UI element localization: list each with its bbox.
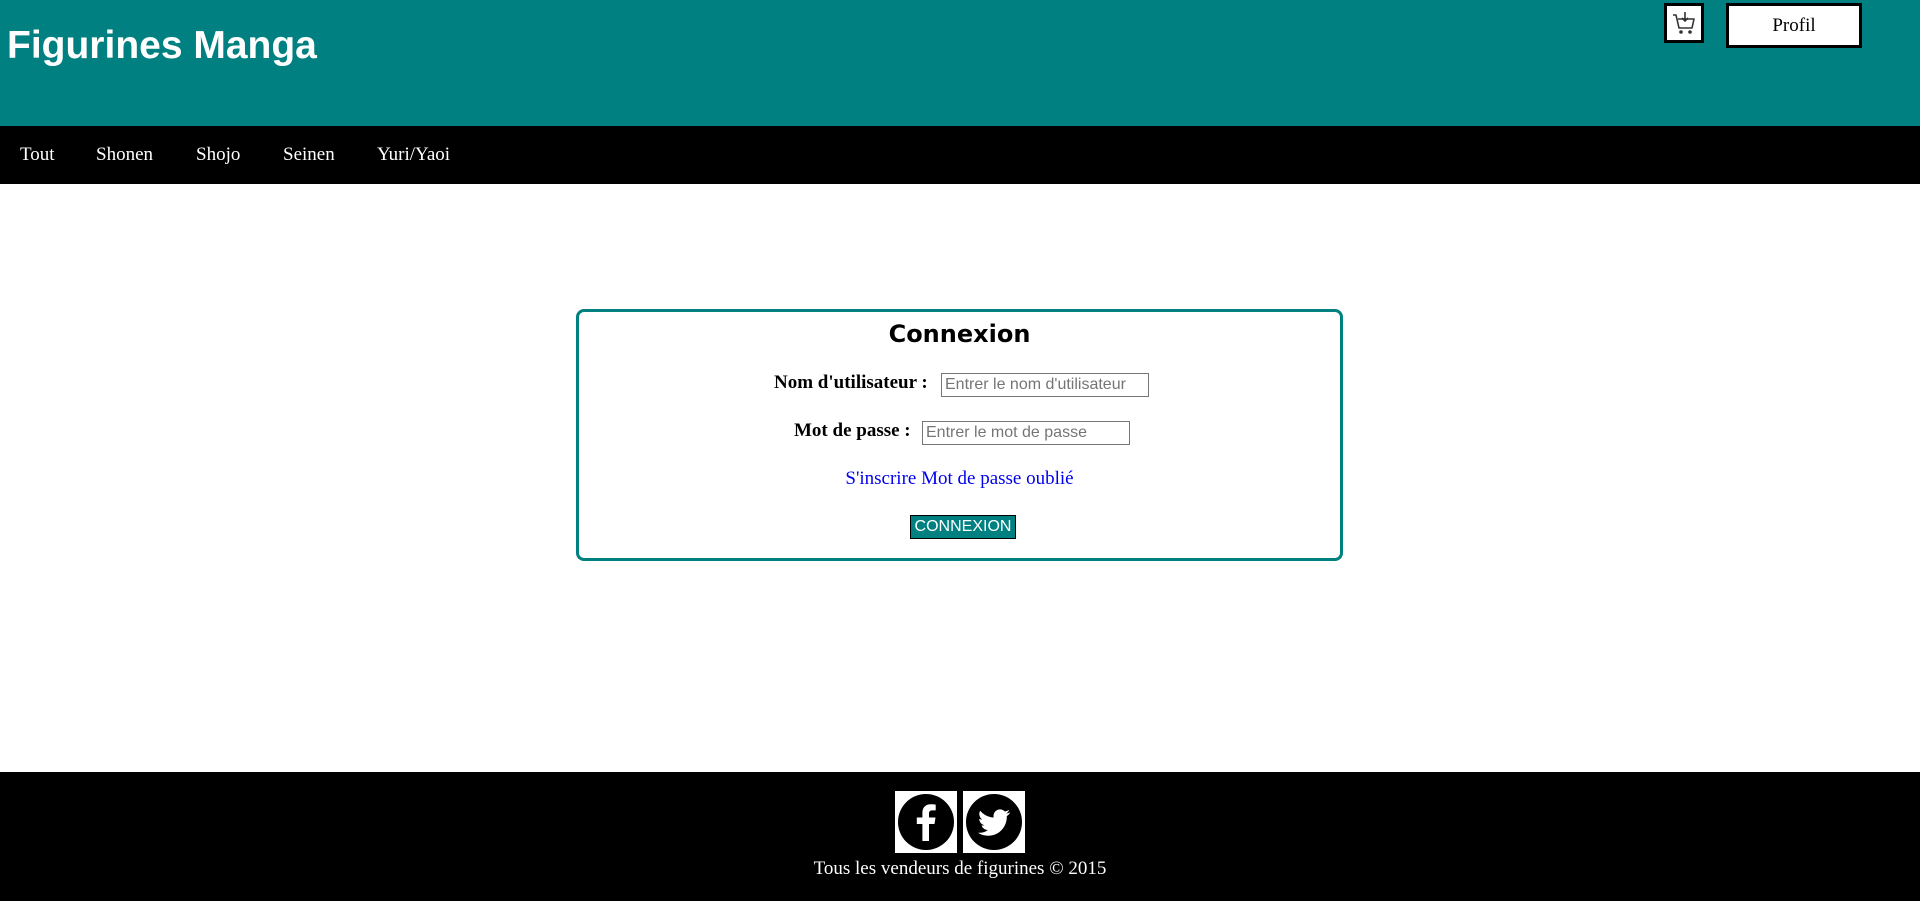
category-nav: Tout Shonen Shojo Seinen Yuri/Yaoi <box>0 126 1920 184</box>
signup-link[interactable]: S'inscrire <box>845 468 916 489</box>
copyright-text: Tous les vendeurs de figurines © 2015 <box>813 858 1107 879</box>
password-input[interactable] <box>922 421 1130 445</box>
site-title[interactable]: Figurines Manga <box>7 24 317 68</box>
twitter-icon <box>966 794 1022 850</box>
username-input[interactable] <box>941 373 1149 397</box>
site-header: Figurines Manga Profil <box>0 0 1920 126</box>
twitter-link[interactable] <box>963 791 1025 853</box>
login-title: Connexion <box>888 320 1031 348</box>
nav-item-shonen[interactable]: Shonen <box>96 126 153 184</box>
password-label: Mot de passe : <box>794 420 911 441</box>
nav-item-seinen[interactable]: Seinen <box>283 126 335 184</box>
facebook-link[interactable] <box>895 791 957 853</box>
facebook-icon <box>898 794 954 850</box>
login-form: Connexion Nom d'utilisateur : Mot de pas… <box>576 309 1343 561</box>
connexion-button[interactable]: CONNEXION <box>910 515 1016 539</box>
username-label: Nom d'utilisateur : <box>774 372 928 393</box>
cart-button[interactable] <box>1664 3 1704 43</box>
nav-item-tout[interactable]: Tout <box>20 126 55 184</box>
site-footer: Tous les vendeurs de figurines © 2015 <box>0 772 1920 901</box>
account-links: S'inscrire Mot de passe oublié <box>579 468 1340 490</box>
shopping-cart-icon <box>1673 12 1695 34</box>
profile-button[interactable]: Profil <box>1726 3 1862 48</box>
forgot-password-link[interactable]: Mot de passe oublié <box>921 468 1074 489</box>
nav-item-shojo[interactable]: Shojo <box>196 126 240 184</box>
nav-item-yuri-yaoi[interactable]: Yuri/Yaoi <box>377 126 450 184</box>
